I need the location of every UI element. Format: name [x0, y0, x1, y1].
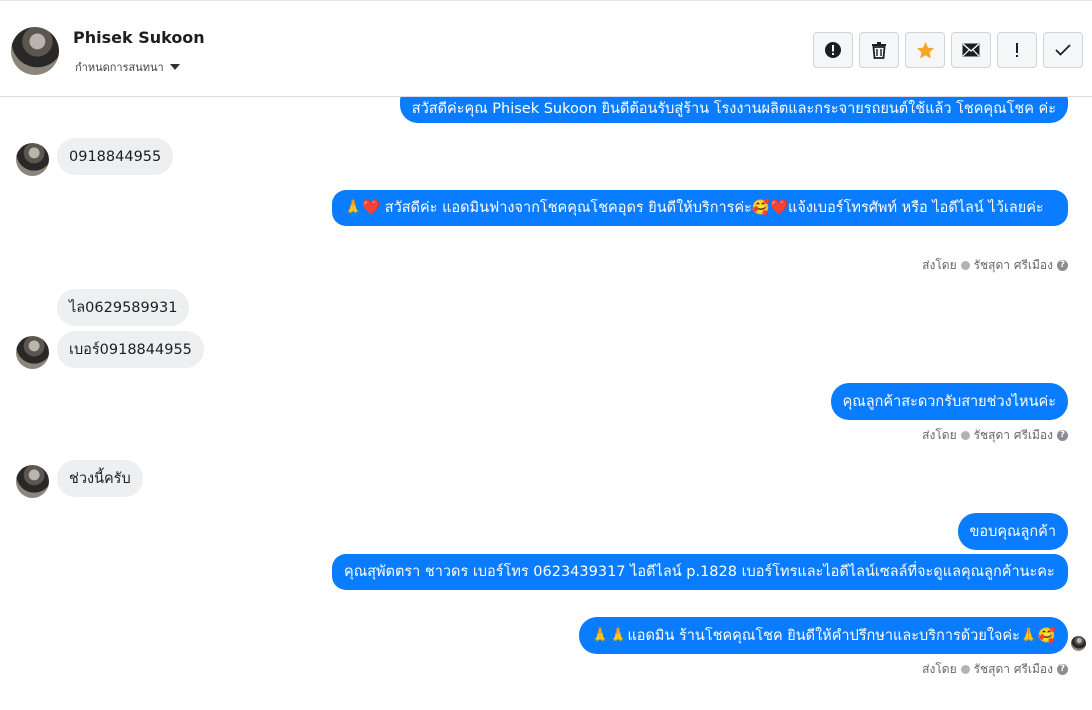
- help-icon[interactable]: ?: [1057, 430, 1068, 441]
- message-bubble-outgoing[interactable]: ขอบคุณลูกค้า: [957, 513, 1068, 550]
- trash-icon: [872, 42, 886, 59]
- follow-up-button[interactable]: [997, 32, 1037, 68]
- conversation-header: Phisek Sukoon กำหนดการสนทนา: [0, 0, 1092, 97]
- conversation-label-dropdown[interactable]: กำหนดการสนทนา: [75, 58, 180, 76]
- message-bubble-outgoing[interactable]: คุณลูกค้าสะดวกรับสายช่วงไหนค่ะ: [830, 383, 1068, 420]
- sender-name[interactable]: รัชสุดา ศรีเมือง: [974, 660, 1053, 679]
- sender-name[interactable]: รัชสุดา ศรีเมือง: [974, 256, 1053, 275]
- sender-avatar: [16, 465, 49, 498]
- message-bubble-incoming[interactable]: 0918844955: [57, 138, 174, 175]
- message-bubble-outgoing[interactable]: คุณสุพัตตรา ชาวดร เบอร์โทร 0623439317 ไอ…: [332, 554, 1068, 590]
- status-dot-icon: [960, 665, 970, 674]
- sender-avatar: [16, 336, 49, 369]
- message-bubble-incoming[interactable]: ช่วงนี้ครับ: [57, 460, 143, 497]
- help-icon[interactable]: ?: [1057, 260, 1068, 271]
- alert-circle-icon: [825, 42, 841, 58]
- exclamation-icon: [1016, 43, 1018, 57]
- action-toolbar: [813, 32, 1083, 68]
- sent-by-prefix: ส่งโดย: [922, 428, 957, 442]
- star-button[interactable]: [905, 32, 945, 68]
- mark-done-button[interactable]: [1043, 32, 1083, 68]
- contact-avatar[interactable]: [11, 27, 59, 75]
- caret-down-icon: [169, 64, 180, 70]
- sent-by-label: ส่งโดย รัชสุดา ศรีเมือง ?: [922, 256, 1068, 275]
- message-bubble-outgoing[interactable]: 🙏❤️ สวัสดีค่ะ แอดมินฟางจากโชคคุณโชคอุดร …: [332, 190, 1068, 226]
- help-icon[interactable]: ?: [1057, 664, 1068, 675]
- sender-avatar: [16, 143, 49, 176]
- message-bubble-incoming[interactable]: ไล0629589931: [57, 289, 190, 326]
- seen-indicator-avatar: [1071, 636, 1086, 651]
- message-bubble-incoming[interactable]: เบอร์0918844955: [57, 331, 204, 368]
- message-bubble-outgoing[interactable]: 🙏🙏แอดมิน ร้านโชคคุณโชค ยินดีให้คำปรึกษาแ…: [579, 617, 1068, 654]
- contact-name[interactable]: Phisek Sukoon: [73, 28, 205, 47]
- check-icon: [1055, 44, 1071, 56]
- sent-by-prefix: ส่งโดย: [922, 258, 957, 272]
- mail-icon: [962, 43, 980, 57]
- sent-by-label: ส่งโดย รัชสุดา ศรีเมือง ?: [922, 660, 1068, 679]
- status-dot-icon: [960, 431, 970, 440]
- status-dot-icon: [960, 261, 970, 270]
- label-dropdown-text: กำหนดการสนทนา: [75, 61, 164, 74]
- mark-spam-button[interactable]: [813, 32, 853, 68]
- message-thread: สวัสดีค่ะคุณ Phisek Sukoon ยินดีต้อนรับส…: [0, 83, 1092, 710]
- sent-by-prefix: ส่งโดย: [922, 662, 957, 676]
- sent-by-label: ส่งโดย รัชสุดา ศรีเมือง ?: [922, 426, 1068, 445]
- mail-button[interactable]: [951, 32, 991, 68]
- star-icon: [916, 41, 934, 58]
- sender-name[interactable]: รัชสุดา ศรีเมือง: [974, 426, 1053, 445]
- delete-button[interactable]: [859, 32, 899, 68]
